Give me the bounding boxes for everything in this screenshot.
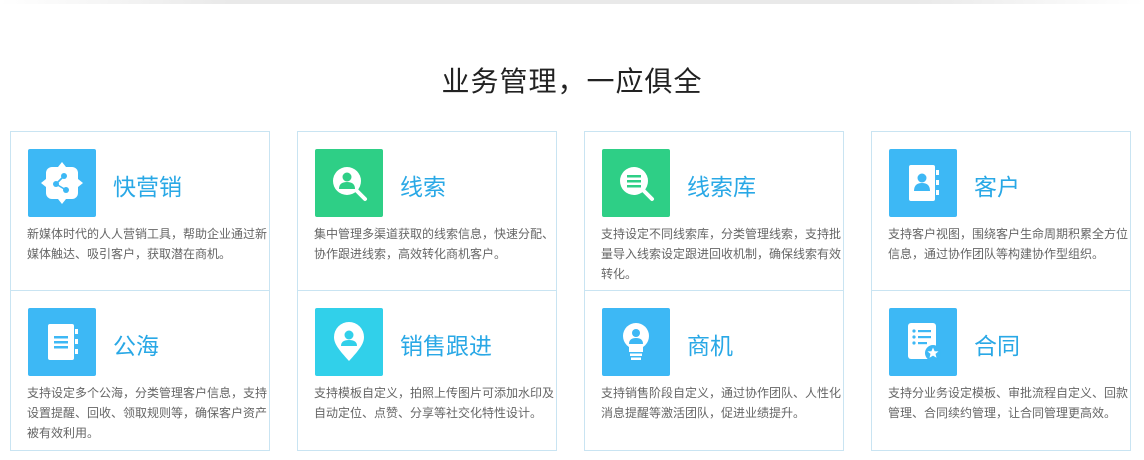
share-nodes-icon: [28, 149, 96, 217]
card-title: 商机: [687, 334, 733, 360]
section-title: 业务管理，一应俱全: [441, 65, 703, 98]
contact-book-icon: [889, 149, 957, 217]
feature-card-sales-followup[interactable]: 销售跟进 支持模板自定义，拍照上传图片可添加水印及自动定位、点赞、分享等社交化特…: [297, 291, 557, 451]
card-title: 客户: [974, 175, 1020, 201]
notebook-icon: [28, 308, 96, 376]
lightbulb-icon: [602, 308, 670, 376]
feature-card-lead-pool[interactable]: 线索库 支持设定不同线索库，分类管理线索，支持批量导入线索设定跟进回收机制，确保…: [584, 131, 844, 291]
card-title: 快营销: [113, 175, 182, 201]
card-description: 支持设定多个公海，分类管理客户信息，支持设置提醒、回收、领取规则等，确保客户资产…: [27, 386, 268, 440]
list-search-icon: [602, 149, 670, 217]
card-description: 支持模板自定义，拍照上传图片可添加水印及自动定位、点赞、分享等社交化特性设计。: [314, 386, 555, 420]
header-shadow: [0, 0, 1144, 4]
card-description: 集中管理多渠道获取的线索信息，快速分配、协作跟进线索，高效转化商机客户。: [314, 227, 555, 261]
card-title: 线索: [400, 175, 446, 201]
card-description: 支持销售阶段自定义，通过协作团队、人性化消息提醒等激活团队，促进业绩提升。: [601, 386, 842, 420]
feature-card-leads[interactable]: 线索 集中管理多渠道获取的线索信息，快速分配、协作跟进线索，高效转化商机客户。: [297, 131, 557, 291]
card-title: 合同: [974, 334, 1020, 360]
location-pin-icon: [315, 308, 383, 376]
feature-card-customers[interactable]: 客户 支持客户视图，围绕客户生命周期积累全方位信息，通过协作团队等构建协作型组织…: [871, 131, 1131, 291]
feature-card-quick-marketing[interactable]: 快营销 新媒体时代的人人营销工具，帮助企业通过新媒体触达、吸引客户，获取潜在商机…: [10, 131, 270, 291]
feature-grid: 快营销 新媒体时代的人人营销工具，帮助企业通过新媒体触达、吸引客户，获取潜在商机…: [10, 131, 1131, 451]
card-title: 公海: [113, 334, 159, 360]
feature-card-contracts[interactable]: 合同 支持分业务设定模板、审批流程自定义、回款管理、合同续约管理，让合同管理更高…: [871, 291, 1131, 451]
card-description: 新媒体时代的人人营销工具，帮助企业通过新媒体触达、吸引客户，获取潜在商机。: [27, 227, 268, 261]
user-search-icon: [315, 149, 383, 217]
card-description: 支持分业务设定模板、审批流程自定义、回款管理、合同续约管理，让合同管理更高效。: [888, 386, 1129, 420]
card-title: 销售跟进: [400, 334, 492, 360]
card-title: 线索库: [687, 175, 756, 201]
card-description: 支持设定不同线索库，分类管理线索，支持批量导入线索设定跟进回收机制，确保线索有效…: [601, 227, 842, 281]
card-description: 支持客户视图，围绕客户生命周期积累全方位信息，通过协作团队等构建协作型组织。: [888, 227, 1129, 261]
feature-card-opportunities[interactable]: 商机 支持销售阶段自定义，通过协作团队、人性化消息提醒等激活团队，促进业绩提升。: [584, 291, 844, 451]
contract-star-icon: [889, 308, 957, 376]
feature-card-public-pool[interactable]: 公海 支持设定多个公海，分类管理客户信息，支持设置提醒、回收、领取规则等，确保客…: [10, 291, 270, 451]
